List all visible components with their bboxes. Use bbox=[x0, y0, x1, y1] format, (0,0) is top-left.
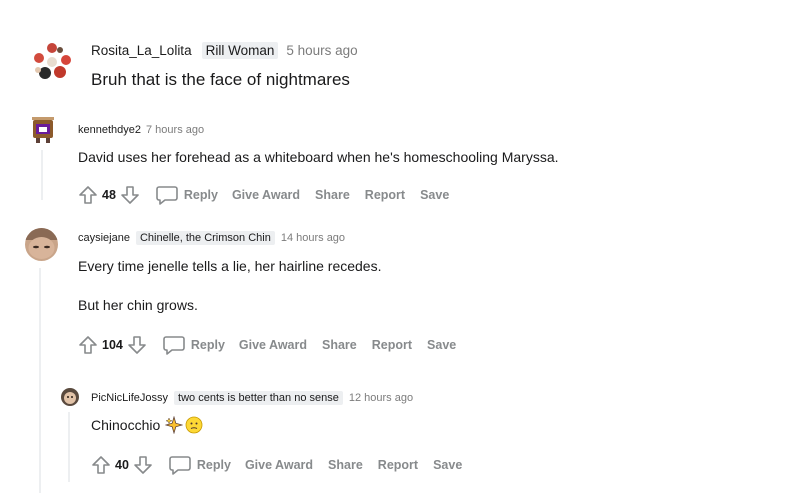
timestamp[interactable]: 7 hours ago bbox=[146, 124, 204, 136]
comment-meta: kennethdye2 7 hours ago bbox=[78, 122, 204, 138]
reply-button[interactable]: Reply bbox=[156, 185, 218, 205]
vote-count: 48 bbox=[102, 188, 116, 202]
thread-line[interactable] bbox=[39, 268, 41, 493]
reply-bubble-icon bbox=[163, 336, 185, 355]
upvote-arrow-icon[interactable] bbox=[91, 455, 111, 475]
avatar[interactable] bbox=[28, 114, 58, 144]
user-flair: two cents is better than no sense bbox=[174, 391, 343, 405]
thinking-emoji-icon bbox=[185, 416, 203, 434]
reply-button[interactable]: Reply bbox=[163, 335, 225, 355]
thread-line[interactable] bbox=[68, 412, 70, 482]
comment-actions: 48 Reply Give Award Share Report Save bbox=[78, 184, 464, 206]
comment-actions: 104 Reply Give Award Share Report Save bbox=[78, 334, 471, 356]
downvote-arrow-icon[interactable] bbox=[133, 455, 153, 475]
comment-actions: 40 Reply Give Award Share Report Save bbox=[91, 454, 477, 476]
share-button[interactable]: Share bbox=[328, 458, 363, 472]
comment-body: Bruh that is the face of nightmares bbox=[91, 70, 350, 89]
share-button[interactable]: Share bbox=[322, 338, 357, 352]
vote-control: 48 bbox=[78, 185, 140, 205]
username[interactable]: Rosita_La_Lolita bbox=[91, 43, 192, 58]
comment-meta: PicNicLifeJossy two cents is better than… bbox=[91, 390, 413, 406]
reply-label: Reply bbox=[196, 458, 231, 472]
timestamp[interactable]: 12 hours ago bbox=[349, 392, 413, 404]
report-button[interactable]: Report bbox=[378, 458, 418, 472]
timestamp[interactable]: 14 hours ago bbox=[281, 232, 345, 244]
username[interactable]: PicNicLifeJossy bbox=[91, 392, 168, 404]
thread-line[interactable] bbox=[41, 150, 43, 200]
reply-bubble-icon bbox=[169, 456, 191, 475]
save-button[interactable]: Save bbox=[420, 188, 449, 202]
sparkle-emoji-icon bbox=[165, 416, 184, 434]
user-flair: Rill Woman bbox=[201, 41, 279, 59]
downvote-arrow-icon[interactable] bbox=[127, 335, 147, 355]
vote-control: 104 bbox=[78, 335, 147, 355]
share-button[interactable]: Share bbox=[315, 188, 350, 202]
reply-label: Reply bbox=[190, 338, 225, 352]
vote-count: 104 bbox=[102, 338, 123, 352]
avatar[interactable] bbox=[30, 40, 74, 84]
avatar-image bbox=[60, 387, 80, 407]
comment-body: Every time jenelle tells a lie, her hair… bbox=[78, 258, 382, 274]
avatar[interactable] bbox=[25, 228, 58, 261]
save-button[interactable]: Save bbox=[427, 338, 456, 352]
username[interactable]: caysiejane bbox=[78, 232, 130, 244]
upvote-arrow-icon[interactable] bbox=[78, 335, 98, 355]
vote-control: 40 bbox=[91, 455, 153, 475]
reply-button[interactable]: Reply bbox=[169, 455, 231, 475]
report-button[interactable]: Report bbox=[372, 338, 412, 352]
comment-meta: Rosita_La_Lolita Rill Woman 5 hours ago bbox=[91, 40, 358, 60]
reply-label: Reply bbox=[183, 188, 218, 202]
avatar-image bbox=[25, 228, 58, 261]
vote-count: 40 bbox=[115, 458, 129, 472]
give-award-button[interactable]: Give Award bbox=[239, 338, 307, 352]
upvote-arrow-icon[interactable] bbox=[78, 185, 98, 205]
comment-text: Chinocchio bbox=[91, 417, 161, 433]
comment-body: David uses her forehead as a whiteboard … bbox=[78, 149, 559, 165]
username[interactable]: kennethdye2 bbox=[78, 124, 141, 136]
avatar-image bbox=[30, 40, 74, 84]
give-award-button[interactable]: Give Award bbox=[245, 458, 313, 472]
avatar[interactable] bbox=[60, 387, 80, 407]
report-button[interactable]: Report bbox=[365, 188, 405, 202]
avatar-image bbox=[28, 114, 58, 144]
user-flair: Chinelle, the Crimson Chin bbox=[135, 231, 275, 245]
comment-meta: caysiejane Chinelle, the Crimson Chin 14… bbox=[78, 230, 345, 246]
reply-bubble-icon bbox=[156, 186, 178, 205]
timestamp[interactable]: 5 hours ago bbox=[286, 43, 357, 58]
comment-body: But her chin grows. bbox=[78, 297, 198, 313]
comment-body: Chinocchio bbox=[91, 416, 203, 434]
downvote-arrow-icon[interactable] bbox=[120, 185, 140, 205]
give-award-button[interactable]: Give Award bbox=[232, 188, 300, 202]
save-button[interactable]: Save bbox=[433, 458, 462, 472]
